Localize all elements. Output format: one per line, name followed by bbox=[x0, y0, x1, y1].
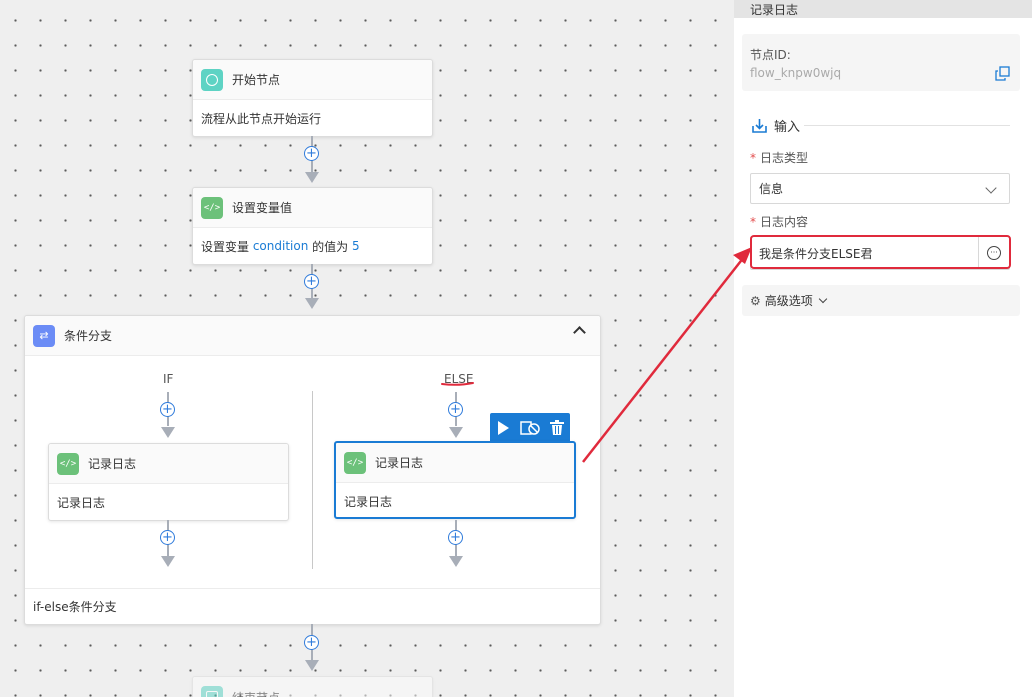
copy-icon[interactable] bbox=[995, 66, 1010, 81]
else-log-header: </> 记录日志 bbox=[336, 443, 574, 483]
panel-title: 记录日志 bbox=[734, 0, 1032, 18]
branch-footer: if-else条件分支 bbox=[25, 588, 600, 624]
start-node-body: 流程从此节点开始运行 bbox=[201, 111, 322, 126]
node-id-label: 节点ID: bbox=[750, 48, 791, 62]
advanced-options-label: 高级选项 bbox=[764, 294, 813, 308]
add-node-button[interactable]: + bbox=[160, 402, 175, 417]
if-log-node[interactable]: </> 记录日志 记录日志 bbox=[48, 443, 289, 521]
log-type-select[interactable]: 信息 bbox=[750, 173, 1010, 204]
disable-icon[interactable] bbox=[520, 420, 540, 436]
trash-icon[interactable] bbox=[549, 419, 565, 436]
log-type-value: 信息 bbox=[759, 182, 784, 196]
add-node-button[interactable]: + bbox=[448, 402, 463, 417]
set-variable-title: 设置变量值 bbox=[232, 201, 293, 215]
download-icon bbox=[752, 119, 767, 133]
node-id-card: 节点ID: flow_knpw0wjq bbox=[742, 34, 1020, 91]
node-id-value: flow_knpw0wjq bbox=[750, 66, 842, 80]
connector-arrow bbox=[305, 298, 319, 309]
log-type-label: * 日志类型 bbox=[750, 151, 809, 165]
chevron-down-icon bbox=[818, 294, 828, 303]
branch-footer-text: if-else条件分支 bbox=[33, 600, 117, 614]
body-text: 的值为 bbox=[308, 239, 352, 254]
else-log-body: 记录日志 bbox=[344, 494, 393, 509]
section-divider bbox=[804, 125, 1010, 126]
end-node[interactable]: 结束节点 bbox=[192, 676, 433, 697]
set-variable-body: 设置变量 condition 的值为 5 bbox=[193, 228, 432, 264]
input-section-header: 输入 bbox=[752, 116, 800, 135]
if-log-title: 记录日志 bbox=[88, 457, 137, 471]
set-variable-node[interactable]: </> 设置变量值 设置变量 condition 的值为 5 bbox=[192, 187, 433, 265]
play-icon[interactable] bbox=[495, 420, 511, 436]
circle-icon bbox=[201, 68, 223, 91]
collapse-chevron-icon[interactable] bbox=[573, 326, 586, 339]
if-log-body: 记录日志 bbox=[57, 495, 106, 510]
else-log-node[interactable]: </> 记录日志 记录日志 bbox=[334, 441, 576, 519]
start-node-header: 开始节点 bbox=[193, 60, 432, 100]
input-section-title: 输入 bbox=[774, 120, 801, 135]
add-node-button[interactable]: + bbox=[160, 530, 175, 545]
connector-arrow bbox=[305, 172, 319, 183]
add-node-button[interactable]: + bbox=[448, 530, 463, 545]
variable-value: 5 bbox=[351, 239, 360, 253]
end-node-header: 结束节点 bbox=[193, 677, 432, 697]
log-content-label: * 日志内容 bbox=[750, 215, 809, 229]
chevron-down-icon bbox=[985, 182, 997, 194]
add-node-button[interactable]: + bbox=[304, 146, 319, 161]
branch-icon: ⇄ bbox=[33, 324, 55, 347]
else-underline-annotation bbox=[441, 382, 474, 386]
if-label: IF bbox=[163, 372, 174, 386]
else-log-title: 记录日志 bbox=[375, 456, 424, 470]
connector-arrow bbox=[449, 556, 463, 567]
branch-title: 条件分支 bbox=[64, 329, 113, 343]
ellipsis-icon: ··· bbox=[987, 246, 1001, 260]
connector-arrow bbox=[161, 556, 175, 567]
end-node-title: 结束节点 bbox=[232, 689, 280, 697]
connector-arrow bbox=[305, 660, 319, 671]
node-toolbar bbox=[490, 413, 570, 442]
log-content-field[interactable]: 我是条件分支ELSE君 ··· bbox=[750, 236, 1010, 270]
log-content-input[interactable]: 我是条件分支ELSE君 bbox=[751, 245, 978, 262]
square-icon bbox=[201, 686, 223, 697]
advanced-options-card[interactable]: ⚙ 高级选项 bbox=[742, 285, 1020, 316]
code-icon: </> bbox=[57, 452, 79, 475]
variable-name: condition bbox=[252, 239, 309, 253]
properties-panel: 记录日志 节点ID: flow_knpw0wjq 输入 * 日志类型 信息 * 日志… bbox=[734, 0, 1032, 697]
start-node-title: 开始节点 bbox=[232, 73, 281, 87]
add-node-button[interactable]: + bbox=[304, 635, 319, 650]
connector-arrow bbox=[161, 427, 175, 438]
code-icon: </> bbox=[201, 196, 223, 219]
flow-canvas[interactable]: 开始节点 流程从此节点开始运行 + </> 设置变量值 设置变量 conditi… bbox=[0, 0, 734, 697]
code-icon: </> bbox=[344, 451, 366, 474]
start-node[interactable]: 开始节点 流程从此节点开始运行 bbox=[192, 59, 433, 137]
branch-header: ⇄ 条件分支 bbox=[25, 316, 600, 356]
branch-divider bbox=[312, 391, 313, 569]
more-options-button[interactable]: ··· bbox=[978, 237, 1009, 269]
gear-icon: ⚙ bbox=[750, 293, 761, 308]
body-text: 设置变量 bbox=[201, 239, 253, 254]
connector-arrow bbox=[449, 427, 463, 438]
add-node-button[interactable]: + bbox=[304, 274, 319, 289]
set-variable-header: </> 设置变量值 bbox=[193, 188, 432, 228]
if-log-header: </> 记录日志 bbox=[49, 444, 288, 484]
